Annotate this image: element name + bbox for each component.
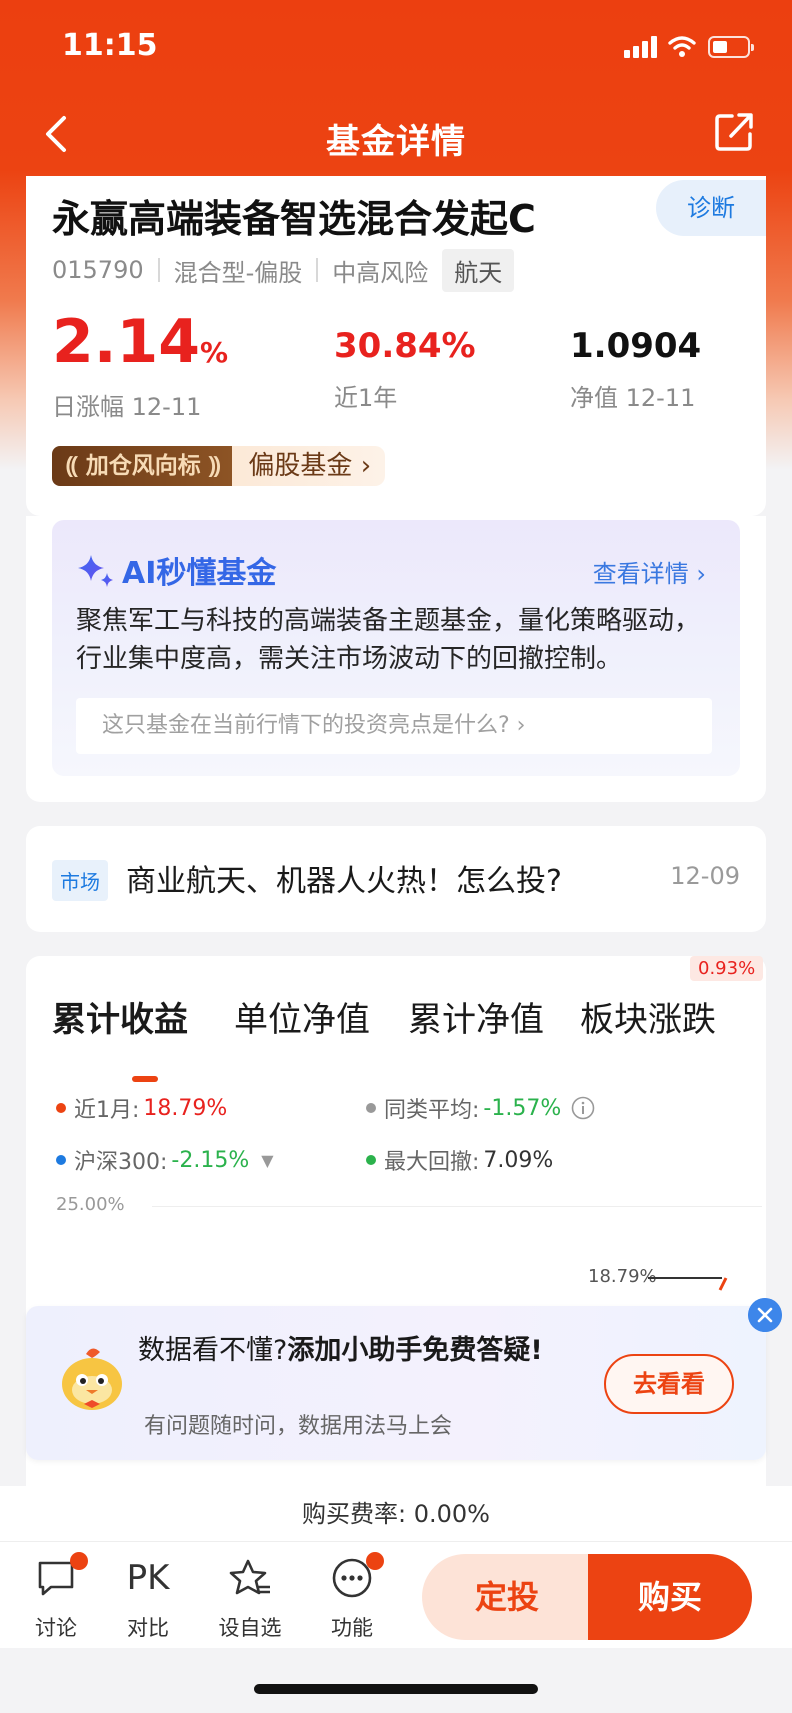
ai-summary-card: AI秒懂基金 查看详情 › 聚焦军工与科技的高端装备主题基金，量化策略驱动，行业… [52, 520, 740, 776]
diagnose-button[interactable]: 诊断 [656, 180, 766, 236]
buy-button[interactable]: 购买 [588, 1554, 752, 1640]
close-icon[interactable] [748, 1298, 782, 1332]
fund-type: 混合型-偏股 [173, 258, 303, 287]
functions-button[interactable]: 功能 [312, 1552, 392, 1642]
news-title: 商业航天、机器人火热！怎么投? [126, 864, 562, 899]
gridline-top [152, 1206, 762, 1207]
y-axis-top-label: 25.00% [56, 1194, 125, 1215]
promo-banner[interactable]: ⸨ 加仓风向标 ⸩ 偏股基金 › [52, 446, 386, 486]
tab-unit-nav[interactable]: 单位净值 [234, 992, 370, 1041]
info-icon[interactable] [571, 1096, 595, 1120]
functions-label: 功能 [331, 1616, 373, 1640]
nav-label: 净值 12-11 [570, 384, 696, 412]
daily-change-value: 2.14% [52, 307, 229, 377]
series-end-marker [648, 1277, 728, 1291]
performance-tabs: 累计收益 单位净值 累计净值 板块涨跌 0.93% [52, 956, 764, 1082]
year-return-stat: 30.84% 近1年 [334, 324, 476, 413]
nav-bar: 基金详情 [0, 100, 792, 172]
fund-name: 永赢高端装备智选混合发起C [52, 197, 536, 241]
legend-max-drawdown: 最大回撤: 7.09% [366, 1144, 553, 1176]
ai-summary-text: 聚焦军工与科技的高端装备主题基金，量化策略驱动，行业集中度高，需关注市场波动下的… [76, 606, 701, 674]
year-return-label: 近1年 [334, 384, 398, 412]
sector-change-badge: 0.93% [690, 956, 764, 981]
ai-view-details-link[interactable]: 查看详情 › [593, 554, 706, 589]
ai-question-prompt[interactable]: 这只基金在当前行情下的投资亮点是什么? › [76, 698, 712, 754]
wifi-icon [668, 36, 696, 57]
purchase-fee: 购买费率: 0.00% [0, 1486, 792, 1542]
legend-peer-average: 同类平均: -1.57% [366, 1092, 595, 1124]
battery-icon [708, 36, 754, 58]
fund-code: 015790 [52, 256, 144, 284]
assistant-subtitle: 有问题随时问，数据用法马上会 [144, 1414, 453, 1439]
fund-meta: 015790 混合型-偏股 中高风险 航天 [52, 248, 515, 292]
status-bar: 11:15 [0, 0, 792, 96]
ai-title: AI秒懂基金 [76, 548, 276, 592]
add-watchlist-button[interactable]: 设自选 [210, 1556, 290, 1642]
sparkle-icon [78, 555, 113, 587]
tab-cumulative-nav[interactable]: 累计净值 [408, 992, 544, 1041]
chevron-right-icon: › [360, 451, 372, 481]
compare-label: 对比 [127, 1616, 169, 1640]
news-date: 12-09 [670, 862, 740, 890]
status-time: 11:15 [62, 28, 158, 63]
add-watchlist-label: 设自选 [218, 1616, 282, 1640]
discuss-label: 讨论 [35, 1616, 77, 1640]
sip-button[interactable]: 定投 [422, 1554, 592, 1640]
pk-icon: PK [126, 1558, 170, 1598]
news-tag: 市场 [52, 860, 108, 901]
star-icon [229, 1559, 270, 1595]
assistant-title: 数据看不懂?添加小助手免费答疑! [138, 1335, 543, 1366]
tab-sector-change[interactable]: 板块涨跌 [580, 992, 716, 1041]
page-title: 基金详情 [326, 122, 466, 162]
home-indicator [254, 1684, 538, 1694]
share-icon[interactable] [712, 110, 756, 154]
tab-cumulative-return[interactable]: 累计收益 [52, 992, 188, 1041]
mascot-avatar [62, 1348, 122, 1410]
promo-badge: ⸨ 加仓风向标 ⸩ [52, 446, 233, 486]
news-item[interactable]: 市场 商业航天、机器人火热！怎么投? 12-09 [26, 826, 766, 932]
notification-dot [366, 1552, 384, 1570]
nav-stat: 1.0904 净值 12-11 [570, 324, 701, 413]
year-return-value: 30.84% [334, 326, 476, 366]
discuss-button[interactable]: 讨论 [16, 1552, 96, 1642]
cellular-signal-icon [624, 36, 658, 58]
legend-csi300[interactable]: 沪深300: -2.15% ▼ [56, 1144, 274, 1176]
caret-down-icon: ▼ [261, 1150, 274, 1170]
legend-1m: 近1月: 18.79% [56, 1092, 227, 1124]
bottom-action-bar: 讨论 PK 对比 设自选 功能 定投 购买 [0, 1542, 792, 1648]
daily-change-label: 日涨幅 12-11 [52, 393, 202, 421]
compare-button[interactable]: PK 对比 [108, 1556, 188, 1642]
ai-section: AI秒懂基金 查看详情 › 聚焦军工与科技的高端装备主题基金，量化策略驱动，行业… [26, 516, 766, 802]
assistant-promo-banner[interactable]: 数据看不懂?添加小助手免费答疑! 有问题随时问，数据用法马上会 去看看 [26, 1298, 782, 1460]
assistant-go-button[interactable]: 去看看 [604, 1354, 734, 1414]
promo-text: 偏股基金 › [232, 446, 386, 486]
fund-summary-card: 永赢高端装备智选混合发起C 诊断 015790 混合型-偏股 中高风险 航天 2… [26, 176, 766, 516]
active-tab-indicator [132, 1076, 158, 1082]
divider [157, 258, 160, 282]
notification-dot [70, 1552, 88, 1570]
divider [316, 258, 319, 282]
daily-change-stat: 2.14% 日涨幅 12-11 [52, 310, 228, 422]
sector-tag[interactable]: 航天 [442, 248, 515, 292]
nav-value: 1.0904 [570, 326, 702, 366]
risk-level: 中高风险 [332, 258, 429, 287]
